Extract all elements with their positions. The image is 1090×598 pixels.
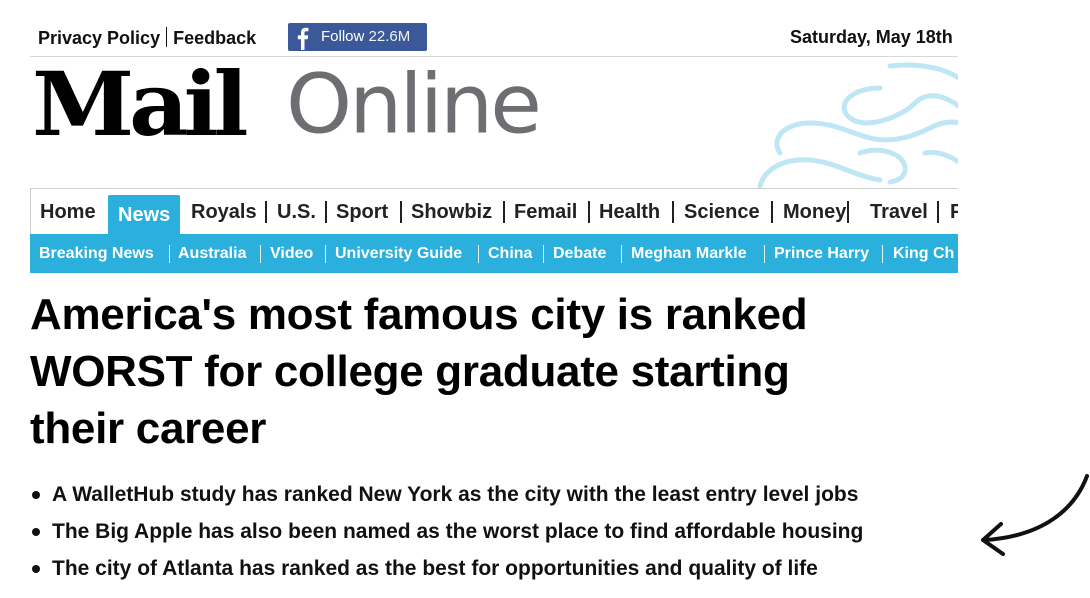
subnav-divider bbox=[478, 245, 479, 263]
nav-divider bbox=[847, 201, 849, 223]
follow-label: Follow bbox=[321, 28, 365, 45]
nav-divider bbox=[400, 201, 402, 223]
nav-item-travel[interactable]: Travel bbox=[870, 189, 928, 235]
masthead-decoration-icon bbox=[757, 62, 958, 188]
subnav-item-breaking-news[interactable]: Breaking News bbox=[39, 234, 154, 273]
subnav-divider bbox=[882, 245, 883, 263]
subnav-divider bbox=[169, 245, 170, 263]
primary-nav: Home News Royals U.S. Sport Showbiz Fema… bbox=[30, 188, 958, 235]
subnav-item-debate[interactable]: Debate bbox=[553, 234, 606, 273]
nav-item-showbiz[interactable]: Showbiz bbox=[411, 189, 492, 235]
subnav-divider bbox=[543, 245, 544, 263]
nav-item-home[interactable]: Home bbox=[40, 189, 96, 235]
nav-item-sport[interactable]: Sport bbox=[336, 189, 388, 235]
nav-item-science[interactable]: Science bbox=[684, 189, 760, 235]
subnav-divider bbox=[621, 245, 622, 263]
top-links: Privacy Policy Feedback bbox=[38, 27, 256, 49]
subnav-item-university-guide[interactable]: University Guide bbox=[335, 234, 462, 273]
nav-divider bbox=[588, 201, 590, 223]
subnav-divider bbox=[764, 245, 765, 263]
nav-item-truncated[interactable]: P bbox=[950, 189, 958, 235]
secondary-nav: Breaking News Australia Video University… bbox=[30, 234, 958, 273]
facebook-follow-button[interactable]: Follow 22.6M bbox=[288, 23, 427, 51]
subnav-item-video[interactable]: Video bbox=[270, 234, 313, 273]
nav-item-us[interactable]: U.S. bbox=[277, 189, 316, 235]
nav-item-health[interactable]: Health bbox=[599, 189, 660, 235]
feedback-link[interactable]: Feedback bbox=[173, 28, 256, 48]
subnav-divider bbox=[325, 245, 326, 263]
logo-online: Online bbox=[286, 55, 542, 153]
facebook-icon bbox=[297, 27, 309, 50]
follow-label-wrap: Follow 22.6M bbox=[321, 28, 410, 45]
nav-item-news[interactable]: News bbox=[108, 195, 181, 235]
bullet-dot bbox=[32, 528, 40, 536]
subnav-item-australia[interactable]: Australia bbox=[178, 234, 246, 273]
summary-bullet: A WalletHub study has ranked New York as… bbox=[30, 476, 970, 513]
current-date: Saturday, May 18th bbox=[790, 27, 953, 47]
subnav-divider bbox=[260, 245, 261, 263]
summary-bullet-text: The Big Apple has also been named as the… bbox=[52, 520, 864, 543]
nav-divider bbox=[325, 201, 327, 223]
hand-drawn-arrow-icon bbox=[981, 474, 1089, 556]
nav-divider bbox=[937, 201, 939, 223]
nav-divider bbox=[503, 201, 505, 223]
article-headline: America's most famous city is ranked WOR… bbox=[30, 290, 808, 453]
subnav-item-china[interactable]: China bbox=[488, 234, 532, 273]
logo-mail: Mail bbox=[32, 52, 249, 156]
subnav-item-prince-harry[interactable]: Prince Harry bbox=[774, 234, 869, 273]
privacy-policy-link[interactable]: Privacy Policy bbox=[38, 28, 160, 48]
subnav-item-truncated[interactable]: King Ch bbox=[893, 234, 954, 273]
summary-bullet-text: A WalletHub study has ranked New York as… bbox=[52, 483, 859, 506]
bullet-dot bbox=[32, 491, 40, 499]
article-summary-list: A WalletHub study has ranked New York as… bbox=[30, 476, 970, 587]
nav-divider bbox=[672, 201, 674, 223]
nav-item-money[interactable]: Money bbox=[783, 189, 846, 235]
follow-count: 22.6M bbox=[368, 28, 411, 45]
subnav-item-meghan-markle[interactable]: Meghan Markle bbox=[631, 234, 747, 273]
summary-bullet: The Big Apple has also been named as the… bbox=[30, 513, 970, 550]
top-link-divider bbox=[166, 27, 168, 47]
summary-bullet-text: The city of Atlanta has ranked as the be… bbox=[52, 557, 818, 580]
nav-divider bbox=[771, 201, 773, 223]
nav-item-royals[interactable]: Royals bbox=[191, 189, 257, 235]
nav-divider bbox=[265, 201, 267, 223]
bullet-dot bbox=[32, 565, 40, 573]
nav-item-femail[interactable]: Femail bbox=[514, 189, 577, 235]
summary-bullet: The city of Atlanta has ranked as the be… bbox=[30, 550, 970, 587]
